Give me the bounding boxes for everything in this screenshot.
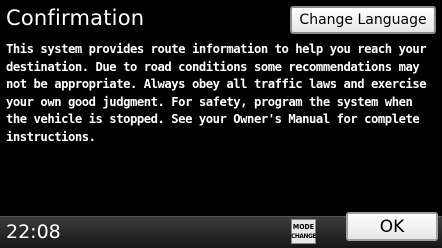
- message-line: not be appropriate. Always obey all traf…: [6, 77, 427, 91]
- mode-change-label-top: MODE: [292, 222, 315, 231]
- ok-button[interactable]: OK: [346, 212, 438, 241]
- message-line: This system provides route information t…: [6, 42, 427, 56]
- clock: 22:08: [6, 221, 61, 243]
- change-language-button[interactable]: Change Language: [290, 6, 436, 34]
- disclaimer-message: This system provides route information t…: [6, 41, 438, 146]
- message-line: destination. Due to road conditions some…: [6, 59, 420, 74]
- message-line: your own good judgment. For safety, prog…: [6, 94, 413, 109]
- message-line: the vehicle is stopped. See your Owner's…: [6, 112, 420, 126]
- dialog-title: Confirmation: [6, 6, 145, 30]
- navigation-screen: Confirmation Change Language This system…: [0, 0, 442, 248]
- mode-change-button[interactable]: MODE CHANGE: [291, 219, 316, 244]
- message-line: instructions.: [6, 129, 96, 144]
- mode-change-label-bottom: CHANGE: [291, 231, 316, 240]
